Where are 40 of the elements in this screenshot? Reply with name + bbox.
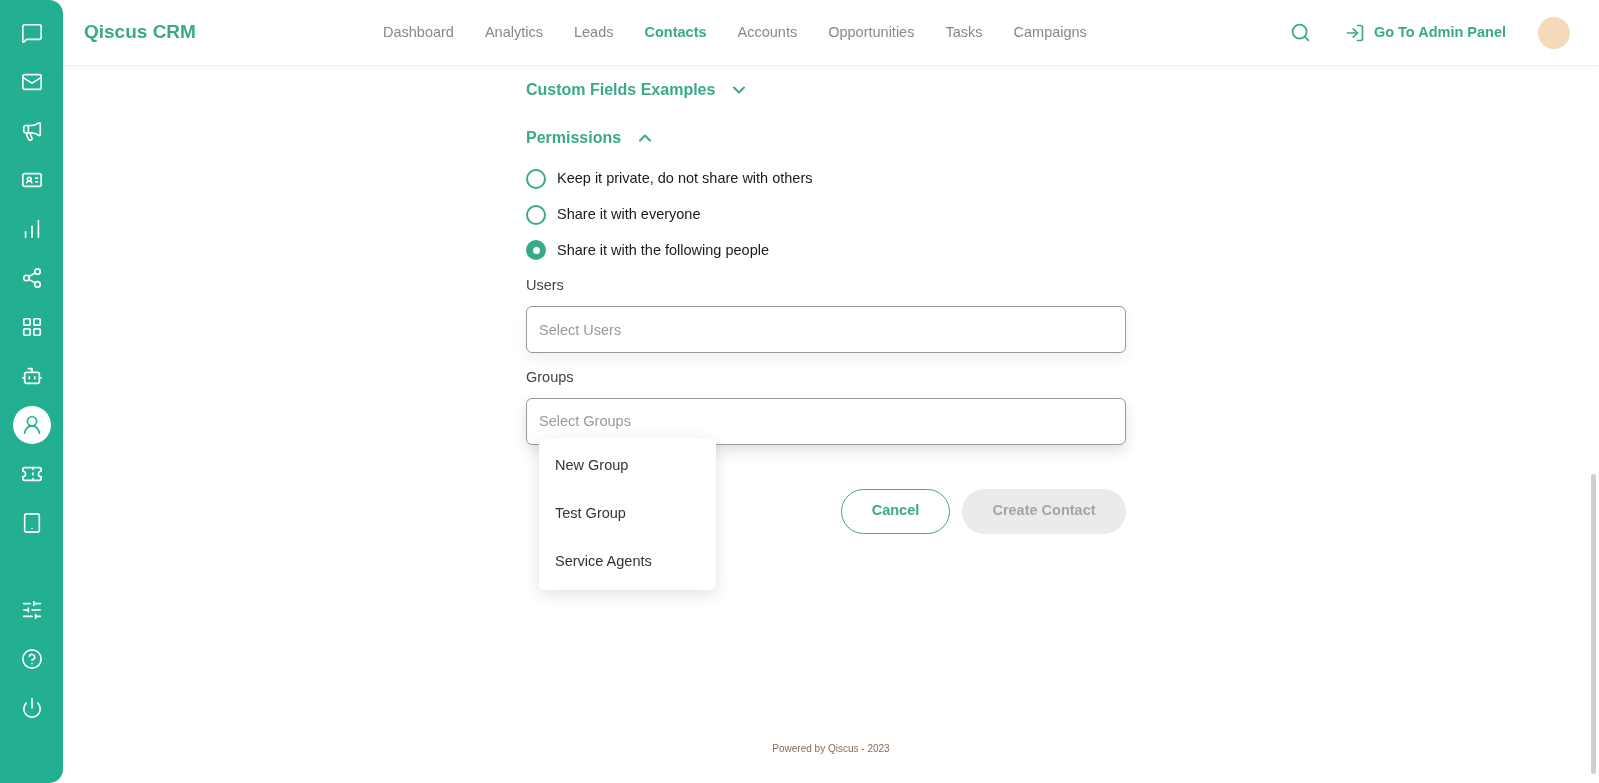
robot-icon [20,365,43,387]
create-button[interactable]: Create Contact [962,488,1126,534]
chat-bubble-icon [20,22,43,44]
radio-button[interactable] [526,168,546,189]
dropdown-option[interactable]: New Group [539,442,716,490]
field-label: Groups [526,368,575,387]
enter-icon [1344,22,1365,43]
nav-link[interactable]: Campaigns [1013,21,1087,44]
radio-label: Share it with everyone [557,204,701,224]
select-field[interactable]: Select Groups [526,397,1126,445]
radio-label: Keep it private, do not share with others [557,169,813,188]
share-icon [20,267,43,289]
nav-link[interactable]: Leads [573,21,614,44]
footer-text: Powered by Qiscus - 2023 [772,742,890,756]
radio-button[interactable] [526,240,546,261]
mail-icon [20,71,43,93]
dropdown-option[interactable]: Test Group [539,490,716,538]
grid-icon [20,316,43,338]
radio-button[interactable] [526,204,546,225]
field-label: Users [526,276,565,296]
help-icon [20,648,43,670]
nav-link[interactable]: Tasks [945,21,983,44]
select-field[interactable]: Select Users [526,306,1126,353]
nav-link[interactable]: Contacts [644,21,707,44]
section-toggle[interactable]: Custom Fields Examples [526,78,1126,102]
megaphone-icon [20,120,43,142]
cancel-button[interactable]: Cancel [841,488,950,534]
admin-panel-link[interactable]: Go To Admin Panel [1344,21,1506,44]
search-icon[interactable] [1289,22,1311,43]
section-toggle[interactable]: Permissions [526,126,1126,150]
nav-link[interactable]: Analytics [484,21,543,44]
settings-icon [20,599,43,621]
power-icon [20,697,43,719]
dropdown-option[interactable]: Service Agents [539,538,716,586]
logo-text: Qiscus CRM [84,20,197,45]
nav-link[interactable]: Dashboard [383,21,454,44]
radio-label: Share it with the following people [557,240,769,260]
nav-link[interactable]: Accounts [737,21,798,44]
nav-link[interactable]: Opportunities [828,21,915,44]
sidebar-item[interactable] [12,406,51,444]
